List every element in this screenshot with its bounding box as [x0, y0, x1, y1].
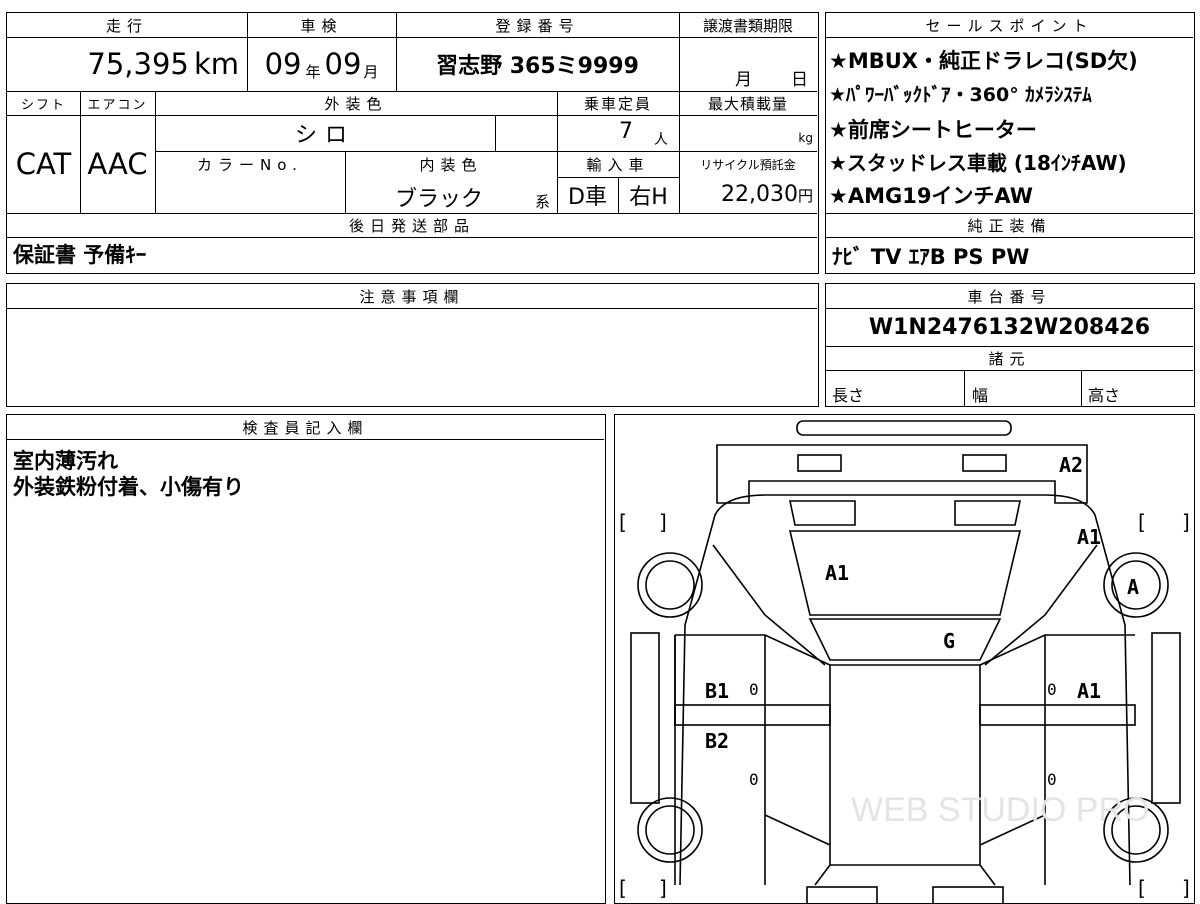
damage-diagram: [ ] [ ] [ ] [ ] 0 0 0 0 A2 A1 A A1 G B1 …	[614, 414, 1195, 904]
inspector-box: 検査員記入欄 室内薄汚れ 外装鉄粉付着、小傷有り	[6, 414, 606, 904]
width-label: 幅	[972, 386, 989, 405]
sales-point-item: ★スタッドレス車載 (18ｲﾝﾁAW)	[829, 151, 1127, 175]
capacity-header: 乗車定員	[583, 94, 652, 113]
svg-text:]: ]	[659, 510, 667, 534]
handle-value: 右H	[629, 185, 668, 210]
damage-code-right-rear-door: A1	[1077, 679, 1102, 703]
transfer-docs-value: 月 日	[735, 70, 808, 90]
aircon-value: AAC	[87, 147, 148, 181]
shift-value: CAT	[15, 147, 72, 181]
svg-text:[: [	[1138, 510, 1146, 534]
sales-point-item: ★AMG19インチAW	[829, 184, 1033, 208]
length-label: 長さ	[832, 386, 865, 405]
registration-header: 登録番号	[495, 16, 580, 35]
sales-point-item: ★MBUX・純正ドラレコ(SD欠)	[829, 49, 1138, 73]
damage-code-rear: A2	[1059, 453, 1084, 477]
aircon-header: エアコン	[87, 97, 148, 113]
vehicle-info-table: 走行 車検 登録番号 譲渡書類期限 75,395 km 09 年 09 月 習志…	[6, 12, 819, 274]
max-load-header: 最大積載量	[707, 94, 788, 113]
interior-header: 内装色	[419, 155, 483, 174]
shift-header: シフト	[20, 97, 66, 113]
height-label: 高さ	[1088, 386, 1121, 405]
mileage-value: 75,395 km	[87, 47, 239, 81]
inspector-header: 検査員記入欄	[242, 418, 369, 437]
chassis-box: 車台番号 W1N2476132W208426 諸元 長さ 幅 高さ	[825, 283, 1195, 407]
exterior-header: 外装色	[324, 94, 388, 113]
color-no-header: カラーNo.	[197, 155, 303, 174]
svg-text:0: 0	[1047, 770, 1057, 789]
notes-box: 注意事項欄	[6, 283, 819, 407]
chassis-number: W1N2476132W208426	[868, 314, 1151, 340]
exterior-color-value: シロ	[294, 123, 355, 148]
sales-points-box: セールスポイント ★MBUX・純正ドラレコ(SD欠) ★ﾊﾟﾜｰﾊﾞｯｸﾄﾞｱ・…	[825, 12, 1195, 274]
interior-color-value: ブラック 系	[395, 187, 551, 212]
equipment-value: ﾅﾋﾞ TV ｴｱB PS PW	[832, 245, 1030, 269]
damage-code-right-rear-wheel: A	[1127, 575, 1140, 599]
equipment-header: 純正装備	[967, 216, 1052, 235]
import-type-value: D車	[568, 185, 607, 210]
damage-code-left-rear-door: B1	[705, 679, 730, 703]
import-header: 輸入車	[586, 155, 650, 174]
capacity-value: 7 人	[619, 119, 668, 148]
recycle-fee-value: 22,030円	[721, 182, 813, 207]
svg-text:]: ]	[1182, 510, 1190, 534]
later-parts-header: 後日発送部品	[348, 216, 475, 235]
mileage-header: 走行	[105, 16, 148, 35]
svg-text:]: ]	[1182, 876, 1190, 900]
sales-point-item: ★前席シートヒーター	[829, 118, 1037, 142]
car-outline-svg: [ ] [ ] [ ] [ ] 0 0 0 0	[619, 420, 1190, 903]
svg-text:0: 0	[749, 770, 759, 789]
damage-code-right-rear-fender: A1	[1077, 525, 1102, 549]
plate-number: 習志野 365ミ9999	[436, 54, 639, 79]
damage-code-windshield: G	[943, 629, 956, 653]
recycle-header: リサイクル預託金	[700, 157, 796, 172]
damage-code-left-front-door: B2	[705, 729, 730, 753]
watermark: WEB STUDIO PRO	[851, 791, 1150, 829]
later-parts-value: 保証書 予備ｷｰ	[13, 243, 147, 267]
max-load-value: kg	[798, 131, 813, 145]
inspection-date: 09 年 09 月	[264, 47, 379, 81]
svg-text:[: [	[619, 510, 627, 534]
inspector-line: 外装鉄粉付着、小傷有り	[13, 475, 244, 499]
svg-text:[: [	[1138, 876, 1146, 900]
svg-text:]: ]	[659, 876, 667, 900]
sales-point-item: ★ﾊﾟﾜｰﾊﾞｯｸﾄﾞｱ・360° ｶﾒﾗｼｽﾃﾑ	[829, 84, 1092, 106]
transfer-docs-header: 譲渡書類期限	[702, 16, 793, 35]
specs-header: 諸元	[988, 349, 1031, 368]
damage-code-roof: A1	[825, 561, 850, 585]
chassis-header: 車台番号	[967, 287, 1052, 306]
svg-text:[: [	[619, 876, 627, 900]
svg-text:0: 0	[749, 680, 759, 699]
svg-text:0: 0	[1047, 680, 1057, 699]
inspection-header: 車検	[300, 16, 343, 35]
notes-header: 注意事項欄	[359, 287, 465, 306]
sales-points-header: セールスポイント	[925, 16, 1094, 35]
